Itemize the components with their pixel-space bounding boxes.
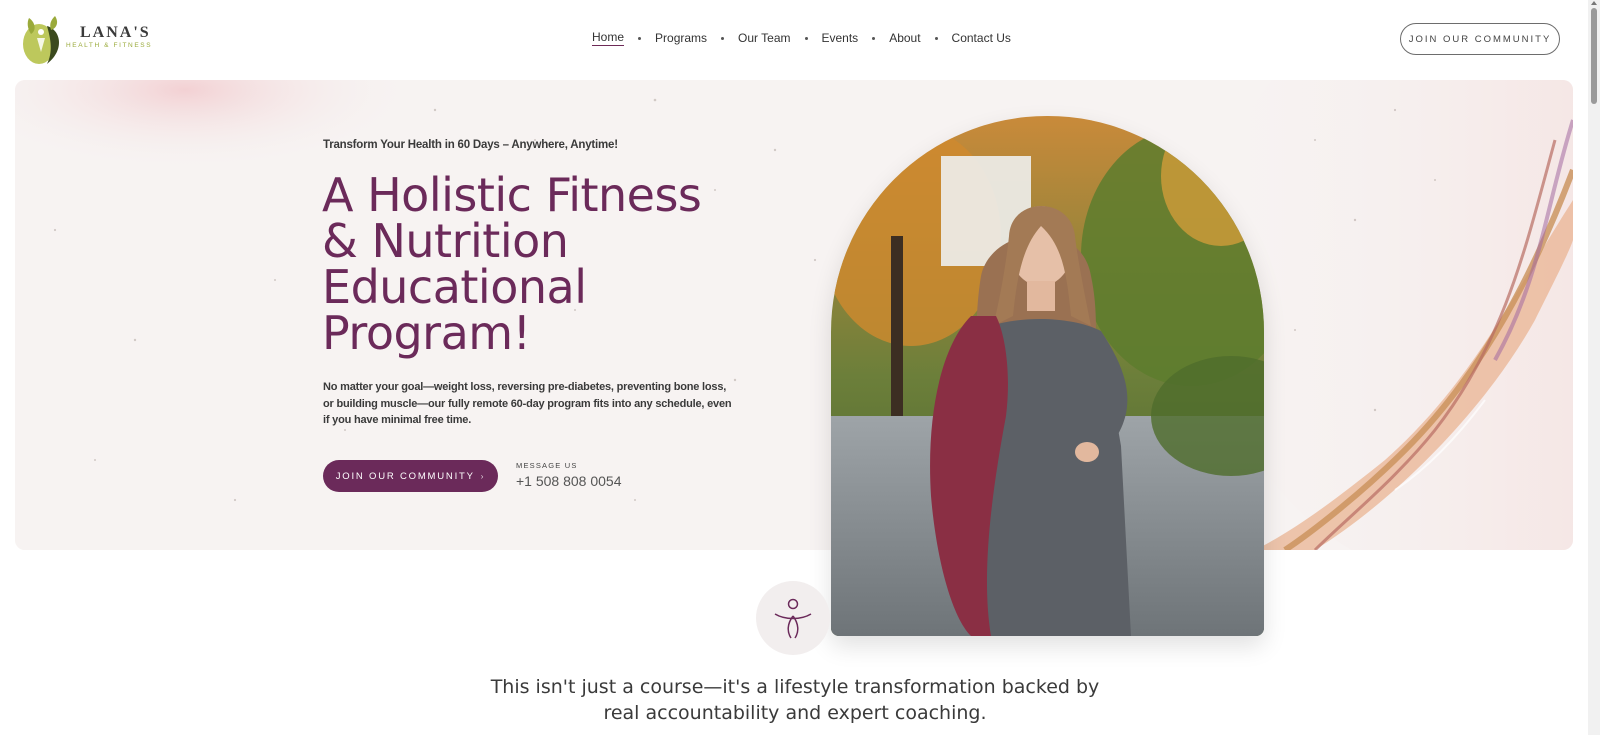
scroll-thumb[interactable] bbox=[1591, 8, 1597, 104]
nav-events[interactable]: Events bbox=[822, 31, 859, 45]
hero-eyebrow: Transform Your Health in 60 Days – Anywh… bbox=[323, 139, 618, 151]
hero-description: No matter your goal—weight loss, reversi… bbox=[323, 381, 732, 426]
nav-programs[interactable]: Programs bbox=[655, 31, 707, 45]
hero-title: A Holistic Fitness & Nutrition Education… bbox=[322, 168, 702, 360]
site-header: LANA'S HEALTH & FITNESS Home Programs Ou… bbox=[0, 0, 1588, 78]
section-tagline: This isn't just a course—it's a lifestyl… bbox=[490, 676, 1100, 724]
nav-home[interactable]: Home bbox=[592, 30, 625, 46]
figure-emblem bbox=[756, 581, 830, 655]
hero-section: Transform Your Health in 60 Days – Anywh… bbox=[15, 80, 1573, 550]
nav-separator bbox=[934, 36, 938, 40]
nav-separator bbox=[872, 36, 876, 40]
marble-background bbox=[15, 80, 1573, 550]
join-community-header-button[interactable]: JOIN OUR COMMUNITY bbox=[1400, 23, 1560, 55]
page-scrollbar[interactable] bbox=[1588, 0, 1600, 735]
arrow-right-icon: › bbox=[480, 471, 486, 481]
message-us-label: MESSAGE US bbox=[516, 461, 578, 470]
nav-our-team[interactable]: Our Team bbox=[738, 31, 790, 45]
coach-photo-image bbox=[831, 116, 1264, 636]
nav-about[interactable]: About bbox=[889, 31, 920, 45]
nav-separator bbox=[721, 36, 725, 40]
figure-icon bbox=[774, 598, 812, 639]
nav-separator bbox=[638, 36, 642, 40]
phone-link[interactable]: +1 508 808 0054 bbox=[516, 473, 622, 489]
nav-contact-us[interactable]: Contact Us bbox=[952, 31, 1011, 45]
hero-cta-label: JOIN OUR COMMUNITY bbox=[335, 470, 475, 482]
brand-tagline: HEALTH & FITNESS bbox=[66, 42, 153, 49]
main-nav: Home Programs Our Team Events About Cont… bbox=[592, 30, 1011, 46]
logo-leaf-icon bbox=[23, 16, 60, 64]
nav-separator bbox=[804, 36, 808, 40]
hero-photo bbox=[831, 116, 1264, 636]
logo[interactable]: LANA'S HEALTH & FITNESS bbox=[17, 12, 157, 68]
join-community-hero-button[interactable]: JOIN OUR COMMUNITY › bbox=[323, 460, 498, 492]
brand-name: LANA'S bbox=[80, 24, 151, 41]
page: LANA'S HEALTH & FITNESS Home Programs Ou… bbox=[0, 0, 1600, 735]
scroll-up-arrow-icon[interactable] bbox=[1591, 1, 1597, 5]
